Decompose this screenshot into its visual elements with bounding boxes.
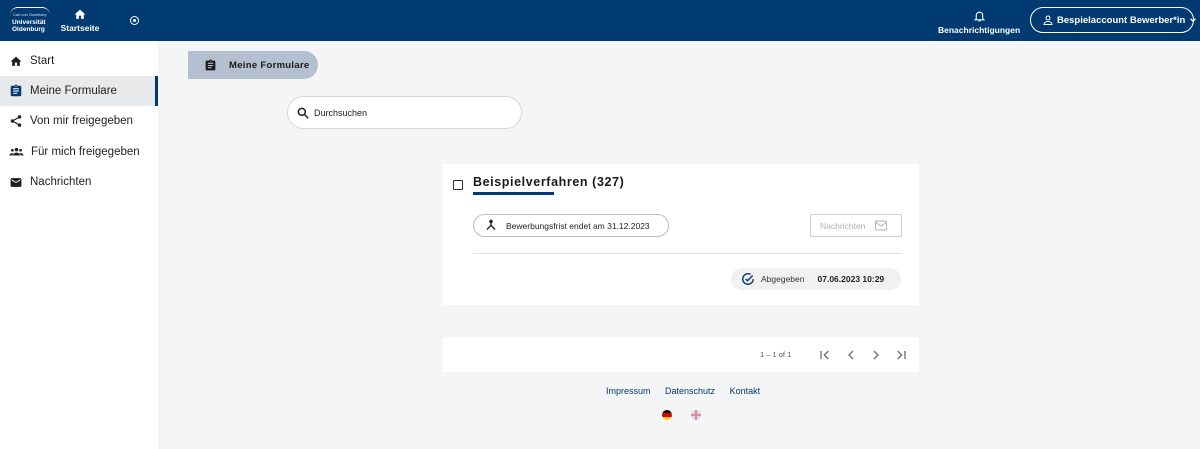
form-card: Beispielverfahren (327) Bewerbungsfrist … <box>443 164 919 305</box>
status-badge: Abgegeben 07.06.2023 10:29 <box>731 268 901 290</box>
sidebar-item-von-mir-freigegeben[interactable]: Von mir freigegeben <box>0 106 158 136</box>
first-page-icon[interactable] <box>817 347 833 363</box>
status-label: Abgegeben <box>761 274 805 284</box>
home-icon <box>74 9 86 19</box>
logo-line-2: Oldenburg <box>12 26 45 33</box>
paginator: 1 – 1 of 1 <box>443 337 919 372</box>
home-nav-label: Startseite <box>60 23 100 33</box>
title-underline <box>473 192 554 195</box>
clipboard-icon <box>10 84 22 97</box>
deadline-text: Bewerbungsfrist endet am 31.12.2023 <box>506 220 650 231</box>
university-logo[interactable]: Carl von Ossietzky Universität Oldenburg <box>10 7 50 34</box>
share-icon <box>10 115 22 127</box>
check-circle-icon <box>742 273 754 285</box>
messages-button[interactable]: Nachrichten <box>810 214 902 237</box>
mail-outline-icon <box>875 220 888 231</box>
footer-link-impressum[interactable]: Impressum <box>606 386 651 396</box>
last-page-icon[interactable] <box>893 347 909 363</box>
home-icon <box>10 56 22 66</box>
sidebar-item-label: Für mich freigegeben <box>31 146 140 158</box>
previous-page-icon[interactable] <box>843 347 859 363</box>
sidebar-item-label: Meine Formulare <box>30 85 117 97</box>
card-title[interactable]: Beispielverfahren (327) <box>473 175 624 189</box>
chevron-down-icon <box>1190 18 1197 23</box>
clipboard-icon <box>205 59 216 70</box>
deadline-chip: Bewerbungsfrist endet am 31.12.2023 <box>473 214 669 237</box>
notifications-label: Benachrichtigungen <box>938 25 1021 35</box>
sidebar-item-nachrichten[interactable]: Nachrichten <box>0 167 158 197</box>
sidebar-item-label: Start <box>30 55 55 67</box>
sidebar: Start Meine Formulare Von mir freigegebe… <box>0 41 158 449</box>
footer-links: Impressum Datenschutz Kontakt <box>606 386 772 396</box>
sidebar-item-meine-formulare[interactable]: Meine Formulare <box>0 76 158 106</box>
theme-toggle-icon[interactable] <box>130 16 139 25</box>
footer-link-kontakt[interactable]: Kontakt <box>730 386 761 396</box>
sidebar-item-fuer-mich-freigegeben[interactable]: Für mich freigegeben <box>0 137 158 167</box>
de-flag-icon[interactable] <box>662 410 672 420</box>
account-menu-button[interactable]: Bespielaccount Bewerber*in <box>1030 7 1197 33</box>
select-checkbox[interactable] <box>453 180 463 190</box>
status-date: 07.06.2023 10:29 <box>817 274 885 284</box>
home-nav-button[interactable]: Startseite <box>58 8 102 33</box>
notifications-button[interactable]: Benachrichtigungen <box>938 9 1020 35</box>
footer-link-datenschutz[interactable]: Datenschutz <box>665 386 715 396</box>
merge-icon <box>486 219 496 230</box>
top-app-bar: Carl von Ossietzky Universität Oldenburg… <box>0 0 1200 41</box>
sidebar-item-label: Von mir freigegeben <box>30 115 133 127</box>
person-icon <box>1043 15 1053 25</box>
en-flag-icon[interactable] <box>691 410 701 420</box>
search-box <box>287 96 522 129</box>
account-name: Bespielaccount Bewerber*in <box>1057 14 1186 26</box>
search-icon <box>297 107 309 119</box>
next-page-icon[interactable] <box>868 347 884 363</box>
sidebar-item-label: Nachrichten <box>30 176 92 188</box>
bell-icon <box>973 11 985 22</box>
group-icon <box>9 147 24 156</box>
mail-icon <box>10 177 22 187</box>
sidebar-item-start[interactable]: Start <box>0 46 158 76</box>
pagination-range: 1 – 1 of 1 <box>760 350 792 359</box>
tab-label: Meine Formulare <box>229 59 310 71</box>
messages-button-label: Nachrichten <box>820 220 866 231</box>
logo-line-1: Universität <box>12 19 46 26</box>
logo-small-text: Carl von Ossietzky <box>13 12 47 17</box>
card-divider <box>473 253 902 254</box>
search-input[interactable] <box>314 107 504 118</box>
tab-meine-formulare[interactable]: Meine Formulare <box>188 51 318 79</box>
